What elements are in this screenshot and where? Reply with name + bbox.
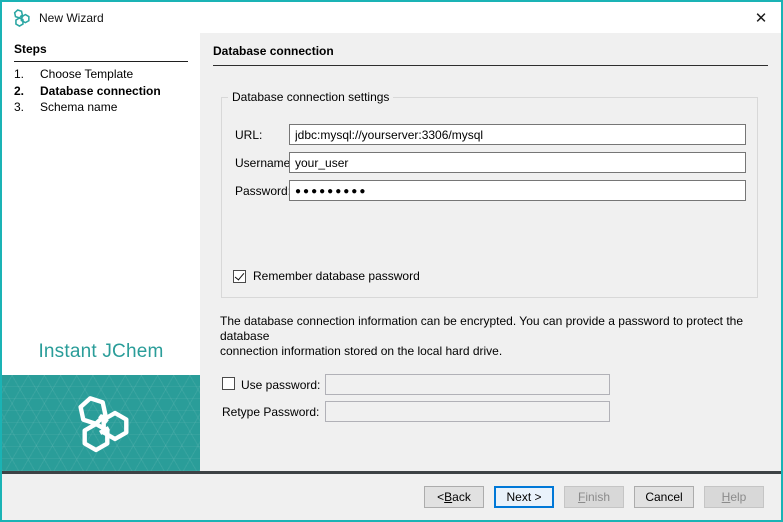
step-number: 2. [14,83,25,98]
back-button[interactable]: < Back [424,486,484,508]
wizard-button-bar: < Back Next > Finish Cancel Help [2,474,781,520]
step-number: 1. [14,67,25,81]
url-input[interactable] [289,124,746,145]
password-input[interactable] [289,180,746,201]
database-settings-groupbox: Database connection settings URL: Userna… [221,90,758,298]
new-wizard-dialog: New Wizard ✕ Steps 1. Choose Template 2.… [0,0,783,522]
use-password-checkbox[interactable] [222,377,235,390]
url-label: URL: [235,128,263,142]
use-password-input[interactable] [325,374,610,395]
page-title: Database connection [213,44,768,66]
info-line: The database connection information can … [220,314,744,343]
cancel-button[interactable]: Cancel [634,486,694,508]
main-panel: Database connection Database connection … [200,33,781,471]
retype-password-input[interactable] [325,401,610,422]
jchem-hexagon-logo-icon [70,395,132,453]
window-title: New Wizard [39,10,104,25]
steps-sidebar: Steps 1. Choose Template 2. Database con… [2,33,200,471]
step-item-database-connection: 2. Database connection [14,83,196,100]
brand-text: Instant JChem [38,341,164,362]
next-button[interactable]: Next > [494,486,554,508]
steps-list: 1. Choose Template 2. Database connectio… [14,66,196,116]
finish-button[interactable]: Finish [564,486,624,508]
username-input[interactable] [289,152,746,173]
step-item-schema-name: 3. Schema name [14,99,196,116]
encryption-info-text: The database connection information can … [220,314,780,359]
remember-password-row: Remember database password [233,269,420,283]
help-button[interactable]: Help [704,486,764,508]
step-label: Database connection [40,83,161,98]
groupbox-legend: Database connection settings [228,90,394,104]
step-item-choose-template: 1. Choose Template [14,66,196,83]
dialog-body: Steps 1. Choose Template 2. Database con… [2,33,781,471]
title-bar: New Wizard ✕ [2,2,781,33]
step-number: 3. [14,100,25,114]
close-icon[interactable]: ✕ [747,5,775,30]
app-logo-icon [13,8,30,27]
username-label: Username: [235,156,294,170]
remember-password-label: Remember database password [253,269,420,283]
steps-heading: Steps [14,42,188,62]
retype-password-label: Retype Password: [222,405,320,419]
use-password-label: Use password: [241,378,321,392]
password-label: Password: [235,184,292,198]
step-label: Choose Template [40,67,134,81]
info-line: connection information stored on the loc… [220,344,503,358]
step-label: Schema name [40,100,118,114]
remember-password-checkbox[interactable] [233,269,246,283]
brand-panel [2,375,200,471]
